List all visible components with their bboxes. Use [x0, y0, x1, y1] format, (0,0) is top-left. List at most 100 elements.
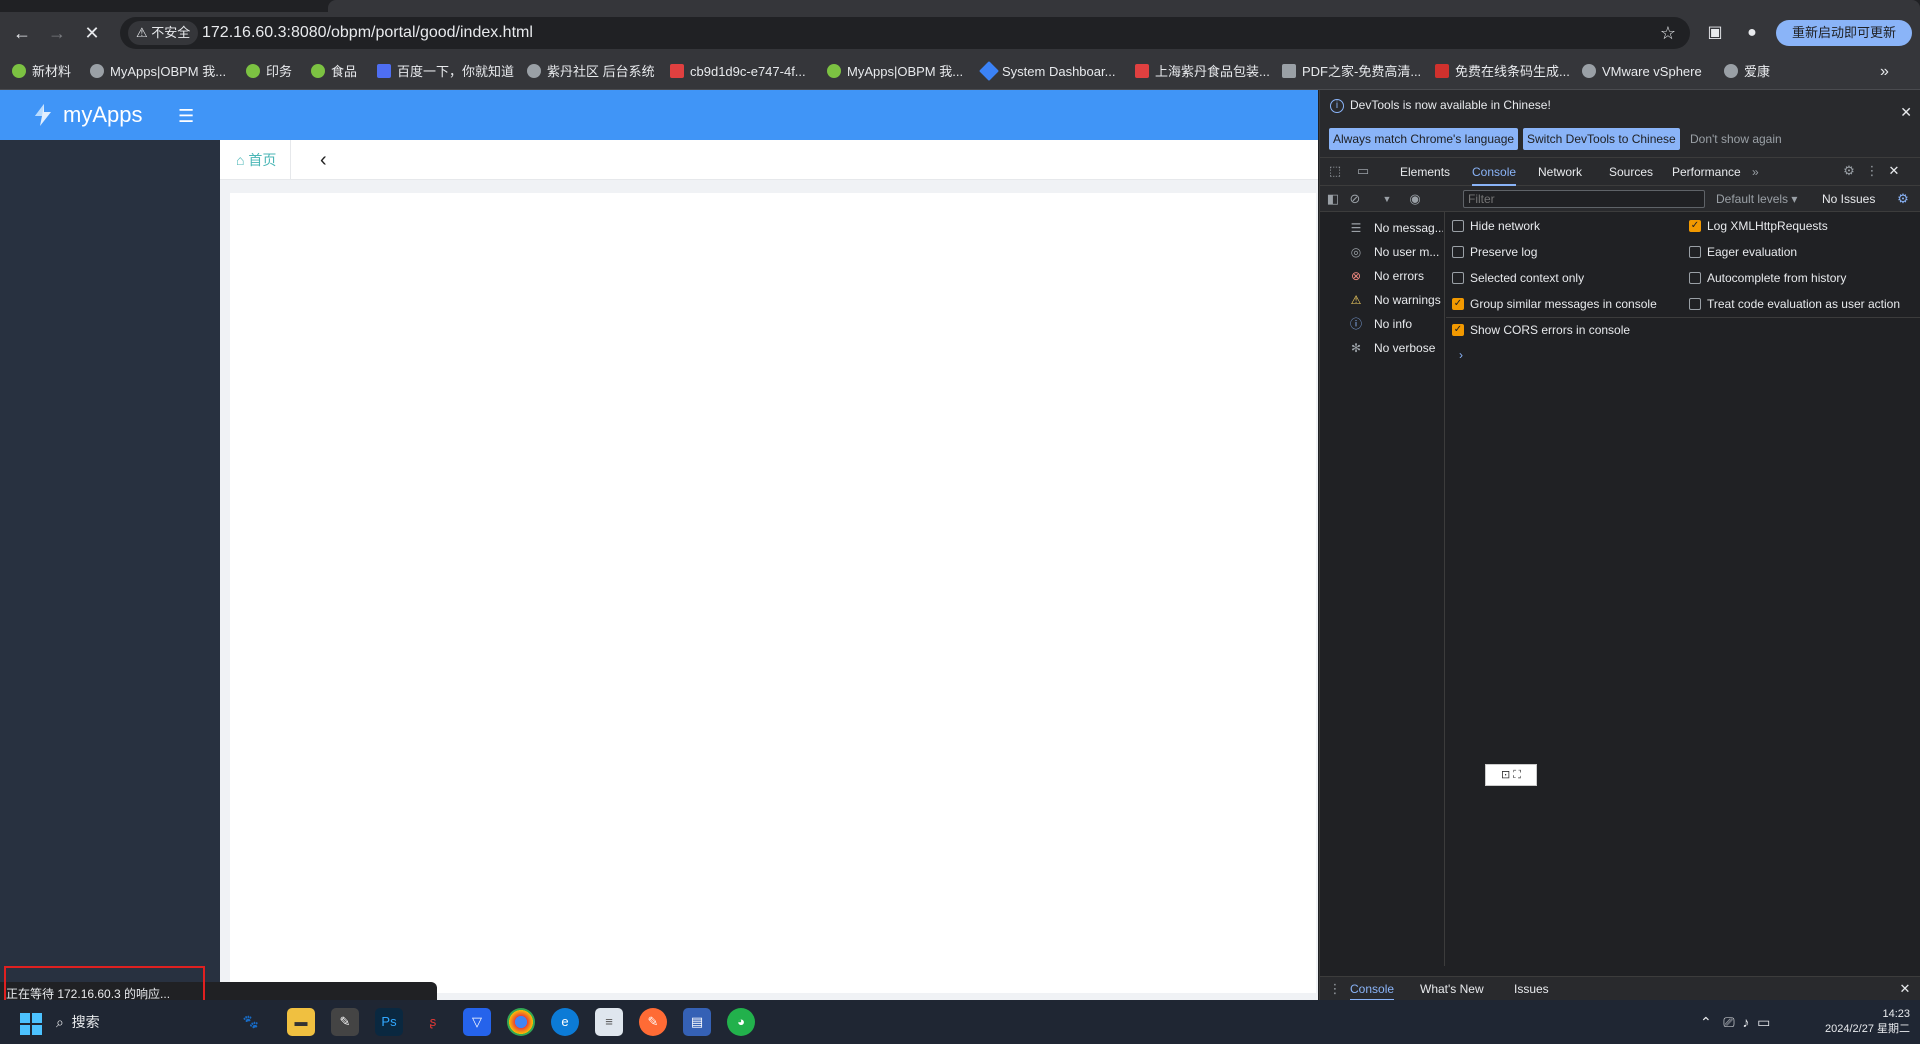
clear-console-icon[interactable]: ⊘ [1346, 190, 1364, 208]
more-tabs-button[interactable]: » [1752, 158, 1759, 186]
bookmark-item[interactable]: MyApps|OBPM 我... [827, 54, 963, 90]
notepad-icon[interactable]: ≡ [595, 1008, 623, 1036]
close-devtools-icon[interactable]: ✕ [1885, 162, 1903, 180]
console-settings-icon[interactable]: ⚙ [1894, 190, 1912, 208]
tab-console[interactable]: Console [1472, 158, 1517, 186]
back-chevron-icon[interactable]: ‹ [320, 140, 327, 180]
bookmarks-overflow-button[interactable]: » [1880, 54, 1889, 90]
bookmark-star-icon[interactable]: ☆ [1660, 17, 1676, 49]
tab-sources[interactable]: Sources [1609, 158, 1653, 186]
floating-widget[interactable]: ⊡ ⛶ [1485, 764, 1537, 786]
sidebar-item-errors[interactable]: ⊗ No errors [1348, 266, 1443, 286]
sidebar-item-messages[interactable]: ☰ No messag... [1348, 218, 1443, 238]
windows-start-icon[interactable] [20, 1013, 42, 1035]
chrome-icon[interactable] [507, 1008, 535, 1036]
app-icon[interactable]: ✎ [639, 1008, 667, 1036]
menu-toggle-icon[interactable]: ☰ [178, 106, 194, 127]
bookmark-item[interactable]: 食品 [311, 54, 357, 90]
option-hide-network[interactable]: Hide network [1452, 216, 1540, 236]
shield-app-icon[interactable]: ▽ [463, 1008, 491, 1036]
checkbox[interactable] [1689, 298, 1701, 310]
checkbox[interactable] [1452, 246, 1464, 258]
active-tab[interactable] [328, 0, 1920, 12]
update-button[interactable]: 重新启动即可更新 [1776, 20, 1912, 46]
checkbox-checked[interactable]: ✓ [1689, 220, 1701, 232]
checkbox[interactable] [1452, 272, 1464, 284]
sidebar-item-user-messages[interactable]: ◎ No user m... [1348, 242, 1443, 262]
stop-loading-icon[interactable]: ✕ [80, 21, 104, 45]
option-cors-errors[interactable]: ✓ Show CORS errors in console [1452, 320, 1630, 340]
drawer-tab-whats-new[interactable]: What's New [1420, 977, 1484, 1001]
breadcrumb-home[interactable]: ⌂ 首页 [236, 140, 292, 180]
network-icon[interactable]: ⎚ [1723, 1014, 1734, 1030]
checkbox[interactable] [1452, 220, 1464, 232]
back-arrow-icon[interactable]: ← [10, 21, 34, 45]
bookmark-item[interactable]: 紫丹社区 后台系统 [527, 54, 655, 90]
side-panel-icon[interactable]: ▣ [1703, 21, 1727, 45]
tab-network[interactable]: Network [1538, 158, 1582, 186]
wechat-icon[interactable]: ◕ [727, 1008, 755, 1036]
device-toolbar-icon[interactable]: ▭ [1354, 162, 1372, 180]
match-language-button[interactable]: Always match Chrome's language [1329, 128, 1519, 150]
tab-performance[interactable]: Performance [1672, 158, 1741, 186]
tab-elements[interactable]: Elements [1400, 158, 1450, 186]
remote-desktop-icon[interactable]: ▤ [683, 1008, 711, 1036]
battery-icon[interactable]: ▭ [1757, 1014, 1770, 1030]
volume-icon[interactable]: ♪ [1742, 1014, 1749, 1030]
option-eager-eval[interactable]: Eager evaluation [1689, 242, 1797, 262]
bookmark-item[interactable]: PDF之家-免费高清... [1282, 54, 1421, 90]
eye-icon[interactable]: ◉ [1406, 190, 1424, 208]
option-autocomplete[interactable]: Autocomplete from history [1689, 268, 1846, 288]
option-group-similar[interactable]: ✓ Group similar messages in console [1452, 294, 1657, 314]
filter-input[interactable] [1463, 190, 1705, 208]
option-treat-eval[interactable]: Treat code evaluation as user action [1689, 294, 1900, 314]
log-levels-dropdown[interactable]: Default levels ▾ [1716, 186, 1797, 212]
taskbar-clock[interactable]: 14:23 2024/2/27 星期二 [1800, 1007, 1910, 1037]
checkbox-checked[interactable]: ✓ [1452, 298, 1464, 310]
drawer-tab-issues[interactable]: Issues [1514, 977, 1549, 1001]
context-dropdown-icon[interactable]: ▼ [1378, 190, 1396, 208]
checkbox[interactable] [1689, 272, 1701, 284]
drawer-menu-icon[interactable]: ⋮ [1326, 980, 1344, 998]
bookmark-item[interactable]: 爱康 [1724, 54, 1770, 90]
option-preserve-log[interactable]: Preserve log [1452, 242, 1537, 262]
sidebar-toggle-icon[interactable]: ◧ [1324, 190, 1342, 208]
kebab-menu-icon[interactable]: ⋮ [1863, 162, 1881, 180]
edge-icon[interactable]: e [551, 1008, 579, 1036]
sidebar-item-info[interactable]: ⓘ No info [1348, 314, 1443, 334]
drawer-tab-console[interactable]: Console [1350, 977, 1395, 1001]
console-prompt[interactable]: › [1459, 348, 1463, 362]
bookmark-item[interactable]: System Dashboar... [979, 54, 1115, 90]
checkbox[interactable] [1689, 246, 1701, 258]
url-text[interactable]: 172.16.60.3:8080/obpm/portal/good/index.… [202, 17, 533, 49]
dont-show-again-button[interactable]: Don't show again [1686, 128, 1786, 150]
widgets-animal-icon[interactable]: 🐾 [228, 1008, 274, 1036]
bookmark-item[interactable]: cb9d1d9c-e747-4f... [670, 54, 806, 90]
inspect-element-icon[interactable]: ⬚ [1326, 162, 1344, 180]
bookmark-item[interactable]: 上海紫丹食品包装... [1135, 54, 1270, 90]
photoshop-icon[interactable]: Ps [375, 1008, 403, 1036]
bookmark-item[interactable]: 百度一下，你就知道 [377, 54, 514, 90]
switch-language-button[interactable]: Switch DevTools to Chinese [1523, 128, 1680, 150]
bookmark-item[interactable]: 新材料 [12, 54, 71, 90]
profile-icon[interactable]: ● [1740, 21, 1764, 45]
app-icon[interactable]: ✎ [331, 1008, 359, 1036]
bookmark-item[interactable]: 免费在线条码生成... [1435, 54, 1570, 90]
bookmark-item[interactable]: VMware vSphere [1582, 54, 1702, 90]
address-bar[interactable]: ⚠ 不安全 172.16.60.3:8080/obpm/portal/good/… [120, 17, 1690, 49]
issues-counter[interactable]: No Issues [1822, 186, 1875, 212]
chevron-up-icon[interactable]: ⌃ [1700, 1014, 1712, 1030]
wps-icon[interactable]: ʂ [419, 1008, 447, 1036]
taskbar-search[interactable]: ⌕ 搜索 [56, 1007, 236, 1037]
gear-icon[interactable]: ⚙ [1840, 162, 1858, 180]
forward-arrow-icon[interactable]: → [45, 21, 69, 45]
option-selected-context[interactable]: Selected context only [1452, 268, 1584, 288]
sidebar-item-verbose[interactable]: ✻ No verbose [1348, 338, 1443, 358]
bookmark-item[interactable]: MyApps|OBPM 我... [90, 54, 226, 90]
checkbox-checked[interactable]: ✓ [1452, 324, 1464, 336]
security-chip[interactable]: ⚠ 不安全 [128, 21, 199, 45]
sidebar-item-warnings[interactable]: ⚠ No warnings [1348, 290, 1443, 310]
option-log-xhr[interactable]: ✓ Log XMLHttpRequests [1689, 216, 1828, 236]
bookmark-item[interactable]: 印务 [246, 54, 292, 90]
file-explorer-icon[interactable]: ▬ [287, 1008, 315, 1036]
